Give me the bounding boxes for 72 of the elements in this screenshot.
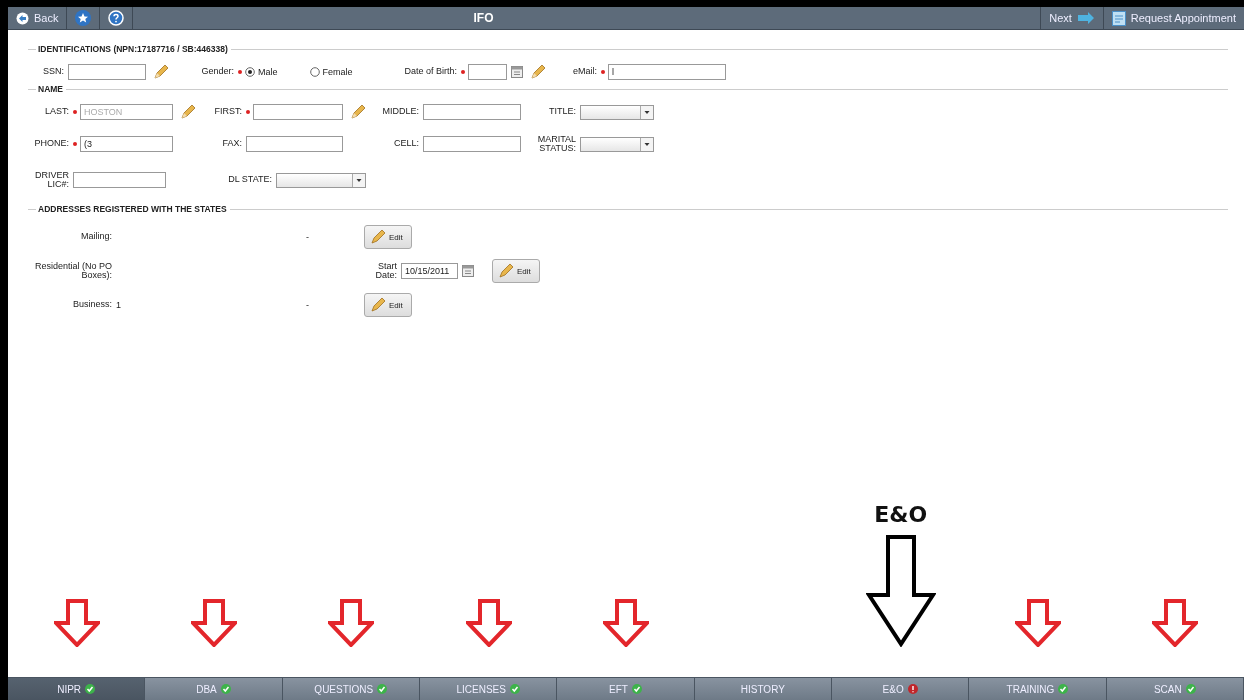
- text-field[interactable]: [423, 104, 521, 120]
- help-icon: [108, 10, 125, 26]
- arrow-caption: E&O: [874, 502, 928, 527]
- pencil-icon[interactable]: [349, 103, 367, 121]
- tab[interactable]: EFT: [557, 677, 695, 700]
- address-label: Business:: [71, 300, 113, 310]
- field-label: CELL:: [393, 139, 420, 149]
- pencil-icon[interactable]: [529, 63, 547, 81]
- edit-button[interactable]: Edit: [492, 259, 540, 283]
- text-field[interactable]: [246, 136, 343, 152]
- address-label: Mailing:: [80, 232, 113, 242]
- field-label: Date of Birth:: [403, 67, 458, 77]
- address-separator: -: [306, 300, 309, 310]
- calendar-icon[interactable]: [462, 265, 474, 277]
- field-label: DRIVER LIC#:: [34, 170, 70, 190]
- text-field[interactable]: [253, 104, 343, 120]
- radio-button[interactable]: [245, 67, 255, 77]
- address-label: Residential (No PO Boxes):: [33, 261, 113, 281]
- calendar-icon[interactable]: [511, 66, 523, 78]
- radio-button[interactable]: [309, 67, 320, 77]
- tab[interactable]: QUESTIONS: [282, 677, 420, 700]
- field-label: FIRST:: [213, 107, 243, 117]
- dropdown-caret-icon[interactable]: [352, 173, 365, 187]
- document-icon: [1111, 10, 1126, 26]
- edit-button[interactable]: Edit: [364, 225, 412, 249]
- field-label: PHONE:: [33, 139, 70, 149]
- tab[interactable]: TRAINING: [969, 677, 1107, 700]
- date-field[interactable]: 10/15/2011: [401, 263, 458, 279]
- text-field[interactable]: (3: [80, 136, 173, 152]
- tab[interactable]: HISTORY: [694, 677, 832, 700]
- edit-button[interactable]: Edit: [364, 293, 412, 317]
- field-label: MARITAL STATUS:: [536, 134, 577, 154]
- text-field[interactable]: l: [608, 64, 726, 80]
- address-separator: -: [306, 232, 309, 242]
- dropdown-caret-icon[interactable]: [640, 105, 653, 119]
- pencil-icon: [369, 228, 387, 246]
- pencil-icon[interactable]: [179, 103, 197, 121]
- address-value: 1: [116, 300, 121, 310]
- field-label: eMail:: [572, 67, 598, 77]
- field-label: SSN:: [42, 67, 65, 77]
- text-field[interactable]: [68, 64, 146, 80]
- radio-label: Male: [258, 67, 278, 77]
- back-arrow-icon: [16, 11, 29, 25]
- tab[interactable]: E&O: [832, 677, 970, 700]
- field-label: DL STATE:: [227, 175, 273, 185]
- star-icon: [75, 10, 92, 26]
- pencil-icon: [369, 296, 387, 314]
- request-appointment-button[interactable]: Request Appointment: [1102, 7, 1244, 29]
- section-heading: ADDRESSES REGISTERED WITH THE STATES: [38, 204, 227, 214]
- field-label: TITLE:: [548, 107, 577, 117]
- field-label: MIDDLE:: [381, 107, 420, 117]
- field-label: FAX:: [221, 139, 243, 149]
- pencil-icon: [497, 262, 515, 280]
- pencil-icon[interactable]: [152, 63, 170, 81]
- dropdown-caret-icon[interactable]: [640, 137, 653, 151]
- text-field[interactable]: [423, 136, 521, 152]
- next-arrow-icon: [1076, 12, 1095, 24]
- tab[interactable]: DBA: [145, 677, 283, 700]
- section-heading: NAME: [38, 84, 64, 94]
- back-button[interactable]: Back: [8, 7, 68, 29]
- tab[interactable]: LICENSES: [420, 677, 558, 700]
- tab[interactable]: SCAN: [1106, 677, 1244, 700]
- tab[interactable]: NIPR: [8, 677, 146, 700]
- field-label: Start Date:: [374, 261, 398, 281]
- field-label: LAST:: [44, 107, 70, 117]
- radio-label: Female: [322, 67, 353, 77]
- date-field[interactable]: [468, 64, 507, 80]
- page-title: IFO: [473, 11, 494, 25]
- next-button[interactable]: Next: [1040, 7, 1103, 29]
- text-field[interactable]: [73, 172, 166, 188]
- section-heading: IDENTIFICATIONS (NPN:17187716 / SB:446338): [38, 44, 228, 54]
- field-label: Gender:: [200, 67, 235, 77]
